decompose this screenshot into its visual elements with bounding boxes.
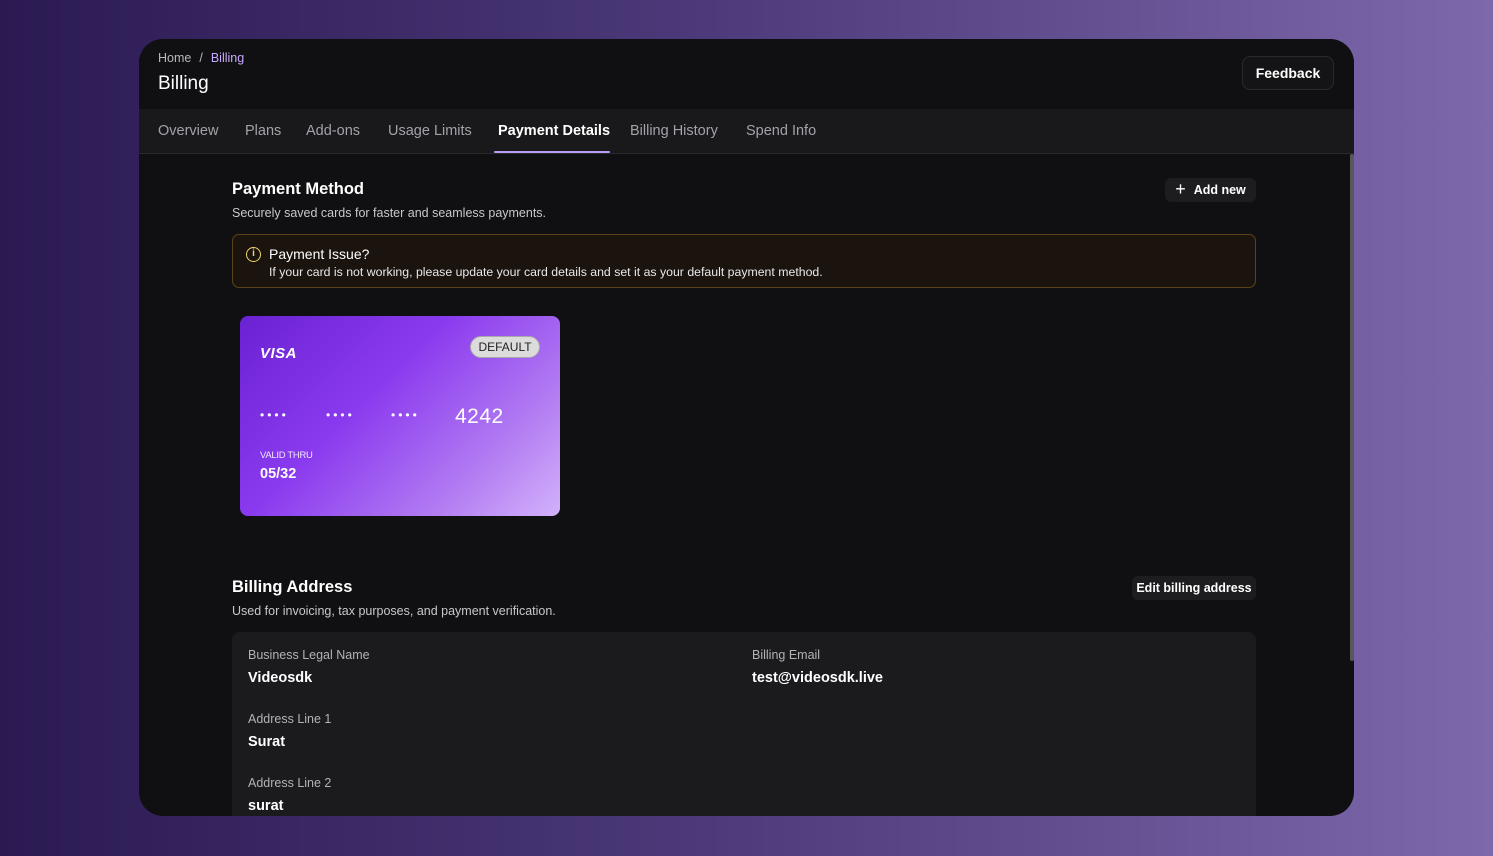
active-tab-indicator [494, 151, 610, 153]
tab-overview[interactable]: Overview [158, 109, 218, 154]
business-name-value: Videosdk [248, 670, 313, 686]
tab-plans[interactable]: Plans [245, 109, 281, 154]
address-line-1-label: Address Line 1 [248, 712, 332, 726]
breadcrumb: Home / Billing [158, 51, 244, 65]
alert-title: Payment Issue? [269, 246, 370, 262]
billing-address-description: Used for invoicing, tax purposes, and pa… [232, 604, 556, 618]
breadcrumb-separator: / [199, 51, 203, 65]
add-new-label: Add new [1193, 183, 1246, 197]
breadcrumb-current: Billing [210, 51, 245, 65]
address-line-1-value: Surat [248, 734, 286, 750]
billing-address-card: Business Legal Name Videosdk Billing Ema… [232, 632, 1256, 816]
address-line-2-label: Address Line 2 [248, 776, 332, 790]
tab-usage-limits[interactable]: Usage Limits [388, 109, 472, 154]
payment-method-description: Securely saved cards for faster and seam… [232, 206, 547, 220]
alert-text: If your card is not working, please upda… [269, 265, 823, 279]
masked-digits-group-3: •••• [391, 408, 420, 422]
payment-issue-alert: i Payment Issue? If your card is not wor… [232, 234, 1256, 288]
tab-payment-details[interactable]: Payment Details [498, 109, 610, 154]
add-new-card-button[interactable]: + Add new [1165, 178, 1256, 202]
visa-logo: VISA [260, 345, 298, 362]
valid-thru-date: 05/32 [260, 466, 297, 482]
page-header: Home / Billing Billing Feedback [139, 39, 1354, 109]
masked-digits-group-1: •••• [260, 408, 289, 422]
page-title: Billing [158, 73, 209, 94]
masked-digits-group-2: •••• [326, 408, 355, 422]
billing-email-value: test@videosdk.live [752, 670, 883, 686]
scrollbar-thumb[interactable] [1350, 154, 1354, 661]
payment-card[interactable]: VISA DEFAULT •••• •••• •••• 4242 VALID T… [240, 316, 560, 516]
tab-billing-history[interactable]: Billing History [630, 109, 718, 154]
billing-email-label: Billing Email [752, 648, 821, 662]
card-last-four: 4242 [455, 405, 504, 428]
business-name-label: Business Legal Name [248, 648, 370, 662]
tab-bar: Overview Plans Add-ons Usage Limits Paym… [139, 109, 1354, 154]
info-icon: i [246, 247, 261, 262]
tab-spend-info[interactable]: Spend Info [746, 109, 816, 154]
tab-add-ons[interactable]: Add-ons [306, 109, 360, 154]
feedback-button[interactable]: Feedback [1242, 56, 1334, 90]
default-badge: DEFAULT [470, 336, 540, 358]
edit-billing-address-button[interactable]: Edit billing address [1132, 576, 1256, 600]
billing-window: Home / Billing Billing Feedback Overview… [139, 39, 1354, 816]
billing-address-title: Billing Address [232, 578, 353, 596]
breadcrumb-home-link[interactable]: Home [158, 51, 191, 65]
plus-icon: + [1175, 179, 1186, 199]
valid-thru-label: VALID THRU [260, 450, 313, 461]
address-line-2-value: surat [248, 798, 284, 814]
payment-method-title: Payment Method [232, 180, 365, 198]
